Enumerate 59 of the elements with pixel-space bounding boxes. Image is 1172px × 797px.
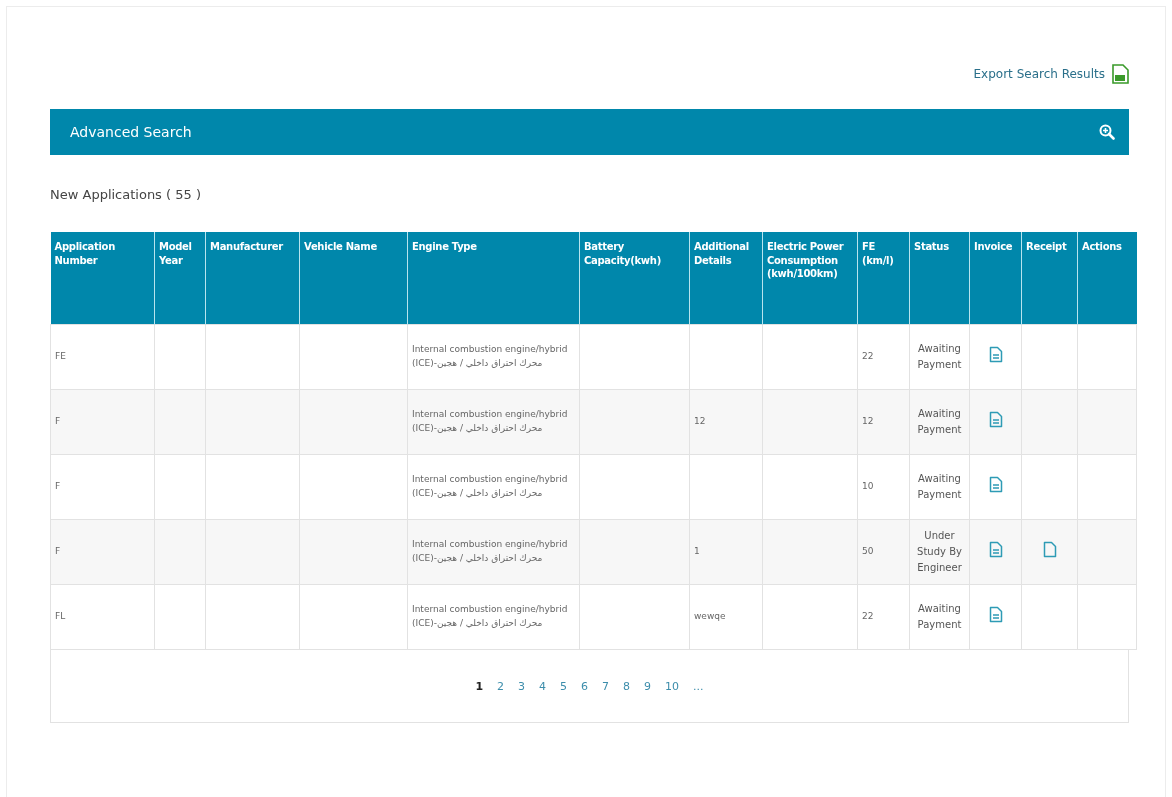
invoice-file-icon[interactable] xyxy=(988,541,1003,559)
table-cell: F xyxy=(50,389,155,455)
page-link[interactable]: 3 xyxy=(513,679,531,693)
table-cell: 50 xyxy=(857,519,910,585)
invoice-file-icon[interactable] xyxy=(988,411,1003,429)
table-cell-text: Internal combustion engine/hybrid (ICE)-محرك احتراق داخلي / هجين xyxy=(412,473,569,500)
status-text: Awaiting Payment xyxy=(917,473,962,500)
column-header: FE (km/l) xyxy=(857,232,910,325)
table-cell: FL xyxy=(50,584,155,650)
page-link[interactable]: 10 xyxy=(660,679,685,693)
page-link[interactable]: 8 xyxy=(618,679,636,693)
column-header: Manufacturer xyxy=(205,232,300,325)
column-header: Actions xyxy=(1077,232,1137,325)
receipt-file-icon[interactable] xyxy=(1042,541,1057,559)
table-cell: 1 xyxy=(694,546,700,557)
table-cell-text: Internal combustion engine/hybrid (ICE)-محرك احتراق داخلي / هجين xyxy=(412,603,569,630)
table-cell-text: Internal combustion engine/hybrid (ICE)-محرك احتراق داخلي / هجين xyxy=(412,538,569,565)
table-cell: F xyxy=(50,454,155,520)
page-link[interactable]: 2 xyxy=(492,679,510,693)
column-header: Additional Details xyxy=(689,232,763,325)
column-header: Receipt xyxy=(1021,232,1078,325)
table-cell: 22 xyxy=(857,584,910,650)
table-cell: FE xyxy=(50,324,155,390)
table-cell: 12 xyxy=(857,389,910,455)
column-header: Model Year xyxy=(154,232,206,325)
status-text: Awaiting Payment xyxy=(917,603,962,630)
table-cell: 22 xyxy=(857,324,910,390)
invoice-file-icon[interactable] xyxy=(988,346,1003,364)
page-link[interactable]: 6 xyxy=(576,679,594,693)
page-link[interactable]: ... xyxy=(688,679,709,693)
status-text: Awaiting Payment xyxy=(917,408,962,435)
zoom-in-icon[interactable] xyxy=(1099,124,1115,140)
invoice-file-icon[interactable] xyxy=(988,606,1003,624)
column-header: Battery Capacity(kwh) xyxy=(579,232,690,325)
page-link[interactable]: 7 xyxy=(597,679,615,693)
page-link[interactable]: 9 xyxy=(639,679,657,693)
column-header: Engine Type xyxy=(407,232,580,325)
page-link[interactable]: 5 xyxy=(555,679,573,693)
page-link[interactable]: 4 xyxy=(534,679,552,693)
export-link[interactable]: Export Search Results xyxy=(973,67,1105,81)
column-header: Electric Power Consumption (kwh/100km) xyxy=(762,232,858,325)
column-header: Vehicle Name xyxy=(299,232,408,325)
column-header: Invoice xyxy=(969,232,1022,325)
status-text: Awaiting Payment xyxy=(917,343,962,370)
table-cell: 12 xyxy=(694,416,706,427)
table-cell: 10 xyxy=(857,454,910,520)
column-header: Status xyxy=(909,232,970,325)
page-link[interactable]: 1 xyxy=(470,679,489,693)
section-title: New Applications ( 55 ) xyxy=(50,187,202,202)
status-text: Under Study By Engineer xyxy=(917,530,962,573)
spreadsheet-file-icon[interactable] xyxy=(1111,64,1129,84)
invoice-file-icon[interactable] xyxy=(988,476,1003,494)
column-header: Application Number xyxy=(50,232,155,325)
advanced-search-bar[interactable]: Advanced Search xyxy=(50,109,1129,155)
table-cell: wewqe xyxy=(694,611,726,622)
table-cell: F xyxy=(50,519,155,585)
advanced-search-title: Advanced Search xyxy=(70,124,192,140)
table-cell-text: Internal combustion engine/hybrid (ICE)-محرك احتراق داخلي / هجين xyxy=(412,343,569,370)
table-cell-text: Internal combustion engine/hybrid (ICE)-محرك احتراق داخلي / هجين xyxy=(412,408,569,435)
